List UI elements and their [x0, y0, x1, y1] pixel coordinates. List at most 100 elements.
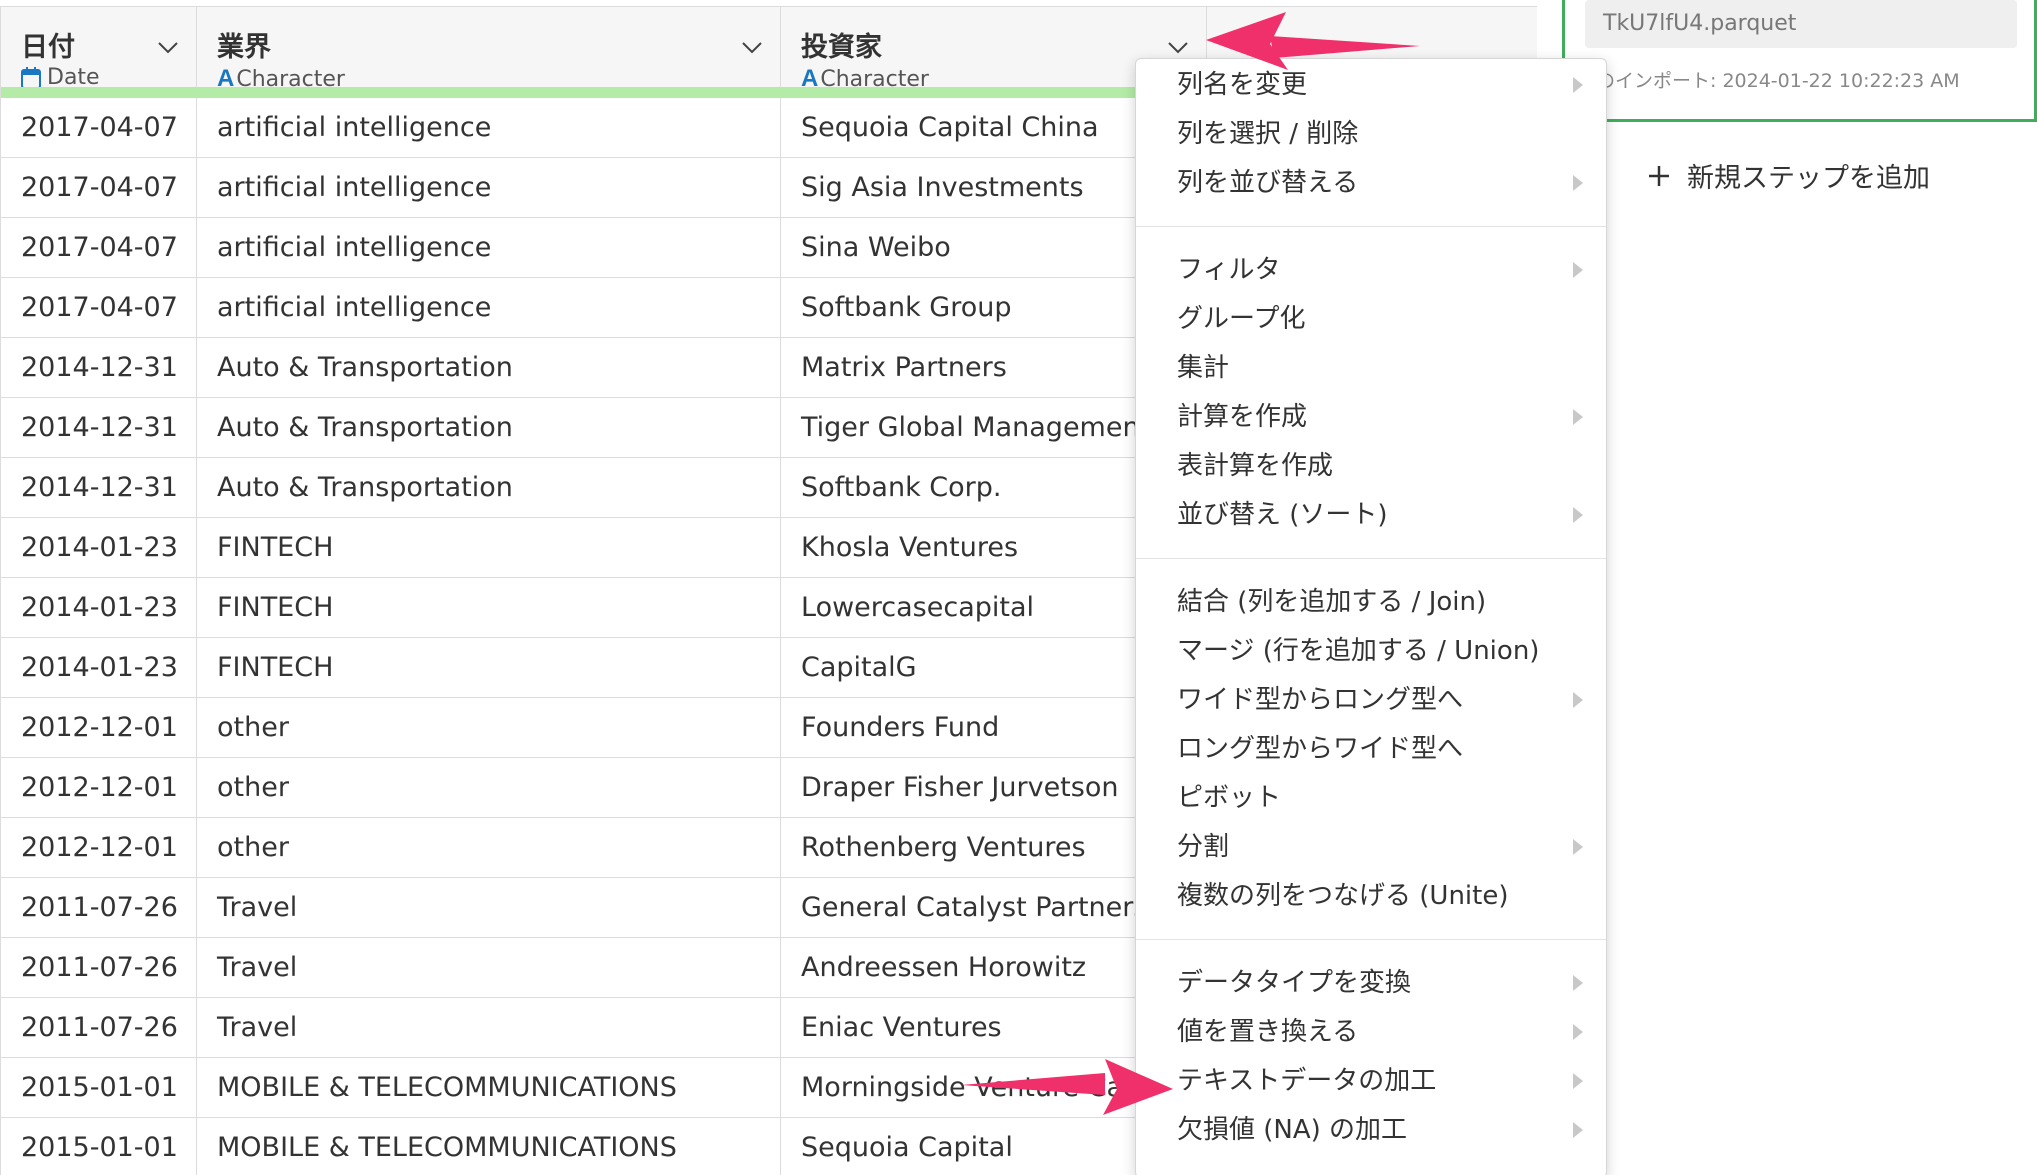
menu-item-label: 複数の列をつなげる (Unite) [1177, 881, 1509, 911]
cell-industry[interactable]: artificial intelligence [197, 98, 781, 158]
cell-industry[interactable]: other [197, 698, 781, 758]
chevron-down-icon[interactable] [156, 35, 180, 59]
menu-divider [1136, 558, 1606, 559]
cell-date[interactable]: 2017-04-07 [1, 158, 197, 218]
source-file-name: TkU7lfU4.parquet [1585, 0, 2017, 48]
cell-date[interactable]: 2017-04-07 [1, 278, 197, 338]
menu-item-label: マージ (行を追加する / Union) [1177, 636, 1540, 666]
menu-item[interactable]: ピボット [1136, 774, 1606, 822]
cell-date[interactable]: 2014-01-23 [1, 638, 197, 698]
submenu-arrow-icon [1573, 175, 1583, 191]
submenu-arrow-icon [1573, 507, 1583, 523]
menu-item[interactable]: 集計 [1136, 344, 1606, 392]
menu-item[interactable]: 分割 [1136, 823, 1606, 871]
cell-industry[interactable]: Auto & Transportation [197, 398, 781, 458]
cell-industry[interactable]: MOBILE & TELECOMMUNICATIONS [197, 1118, 781, 1175]
column-type: Date [47, 65, 100, 90]
cell-industry[interactable]: FINTECH [197, 518, 781, 578]
menu-item[interactable]: 列を並び替える [1136, 159, 1606, 207]
submenu-arrow-icon [1573, 975, 1583, 991]
menu-item[interactable]: 計算を作成 [1136, 393, 1606, 441]
menu-item[interactable]: 並び替え (ソート) [1136, 491, 1606, 539]
cell-industry[interactable]: other [197, 818, 781, 878]
submenu-arrow-icon [1573, 409, 1583, 425]
cell-date[interactable]: 2014-12-31 [1, 458, 197, 518]
cell-industry[interactable]: Travel [197, 878, 781, 938]
source-step-card[interactable]: TkU7lfU4.parquet 回のインポート: 2024-01-22 10:… [1562, 0, 2037, 122]
cell-date[interactable]: 2014-01-23 [1, 578, 197, 638]
menu-item-label: 列を選択 / 削除 [1177, 119, 1359, 149]
cell-date[interactable]: 2017-04-07 [1, 218, 197, 278]
menu-item-label: 列を並び替える [1177, 168, 1359, 198]
cell-industry[interactable]: Travel [197, 998, 781, 1058]
menu-item[interactable]: グループ化 [1136, 295, 1606, 343]
menu-item-label: 結合 (列を追加する / Join) [1177, 587, 1487, 617]
column-name: 業界 [217, 32, 271, 63]
chevron-down-icon[interactable] [1166, 35, 1190, 59]
column-name: 日付 [21, 32, 75, 63]
cell-industry[interactable]: artificial intelligence [197, 218, 781, 278]
menu-item-label: 並び替え (ソート) [1177, 500, 1388, 530]
cell-industry[interactable]: Travel [197, 938, 781, 998]
menu-item[interactable]: 複数の列をつなげる (Unite) [1136, 872, 1606, 920]
cell-industry[interactable]: artificial intelligence [197, 278, 781, 338]
cell-industry[interactable]: artificial intelligence [197, 158, 781, 218]
column-header-date[interactable]: 日付 Date [1, 7, 197, 90]
menu-item[interactable]: 結合 (列を追加する / Join) [1136, 578, 1606, 626]
cell-date[interactable]: 2012-12-01 [1, 698, 197, 758]
cell-industry[interactable]: FINTECH [197, 578, 781, 638]
cell-date[interactable]: 2012-12-01 [1, 758, 197, 818]
cell-date[interactable]: 2014-12-31 [1, 398, 197, 458]
cell-date[interactable]: 2014-01-23 [1, 518, 197, 578]
column-header-industry[interactable]: 業界 A Character [197, 7, 781, 92]
menu-item[interactable]: 表計算を作成 [1136, 442, 1606, 490]
menu-item-label: グループ化 [1177, 304, 1306, 334]
submenu-arrow-icon [1573, 1073, 1583, 1089]
cell-date[interactable]: 2014-12-31 [1, 338, 197, 398]
cell-industry[interactable]: FINTECH [197, 638, 781, 698]
menu-divider [1136, 226, 1606, 227]
add-step-label: 新規ステップを追加 [1687, 163, 1930, 194]
submenu-arrow-icon [1573, 262, 1583, 278]
character-type-icon: A [801, 65, 819, 92]
cell-date[interactable]: 2011-07-26 [1, 998, 197, 1058]
cell-industry[interactable]: Auto & Transportation [197, 458, 781, 518]
menu-item[interactable]: 値を置き換える [1136, 1008, 1606, 1056]
submenu-arrow-icon [1573, 77, 1583, 93]
add-step-button[interactable]: 新規ステップを追加 [1647, 156, 1930, 195]
column-name: 投資家 [801, 32, 882, 63]
menu-item[interactable]: ロング型からワイド型へ [1136, 725, 1606, 773]
cell-date[interactable]: 2017-04-07 [1, 98, 197, 158]
column-type: Character [820, 66, 929, 92]
menu-item[interactable]: フィルタ [1136, 246, 1606, 294]
menu-item[interactable]: マージ (行を追加する / Union) [1136, 627, 1606, 675]
menu-item-label: 分割 [1177, 832, 1230, 862]
calendar-icon [21, 66, 41, 89]
submenu-arrow-icon [1573, 839, 1583, 855]
cell-date[interactable]: 2011-07-26 [1, 878, 197, 938]
menu-item-label: 値を置き換える [1177, 1017, 1359, 1047]
plus-icon [1649, 165, 1669, 186]
submenu-arrow-icon [1573, 1024, 1583, 1040]
menu-item[interactable]: データタイプを変換 [1136, 959, 1606, 1007]
menu-item-label: 計算を作成 [1177, 402, 1308, 432]
menu-item-label: 表計算を作成 [1177, 451, 1334, 481]
menu-item[interactable]: ワイド型からロング型へ [1136, 676, 1606, 724]
cell-industry[interactable]: MOBILE & TELECOMMUNICATIONS [197, 1058, 781, 1118]
cell-date[interactable]: 2011-07-26 [1, 938, 197, 998]
cell-date[interactable]: 2015-01-01 [1, 1058, 197, 1118]
menu-item[interactable]: テキストデータの加工 [1136, 1057, 1606, 1105]
menu-item[interactable]: 列を選択 / 削除 [1136, 110, 1606, 158]
menu-item[interactable]: 欠損値 (NA) の加工 [1136, 1106, 1606, 1154]
menu-item[interactable]: 列名を変更 [1136, 61, 1606, 109]
menu-item-label: データタイプを変換 [1177, 968, 1412, 998]
cell-industry[interactable]: other [197, 758, 781, 818]
cell-date[interactable]: 2012-12-01 [1, 818, 197, 878]
character-type-icon: A [217, 65, 235, 92]
chevron-down-icon[interactable] [740, 35, 764, 59]
cell-date[interactable]: 2015-01-01 [1, 1118, 197, 1175]
cell-industry[interactable]: Auto & Transportation [197, 338, 781, 398]
column-context-menu: 列名を変更列を選択 / 削除 列を並び替えるフィルタグループ化集計計算を作成表計算… [1135, 58, 1607, 1175]
menu-item-label: 集計 [1177, 353, 1230, 383]
menu-item-label: ロング型からワイド型へ [1177, 734, 1464, 764]
